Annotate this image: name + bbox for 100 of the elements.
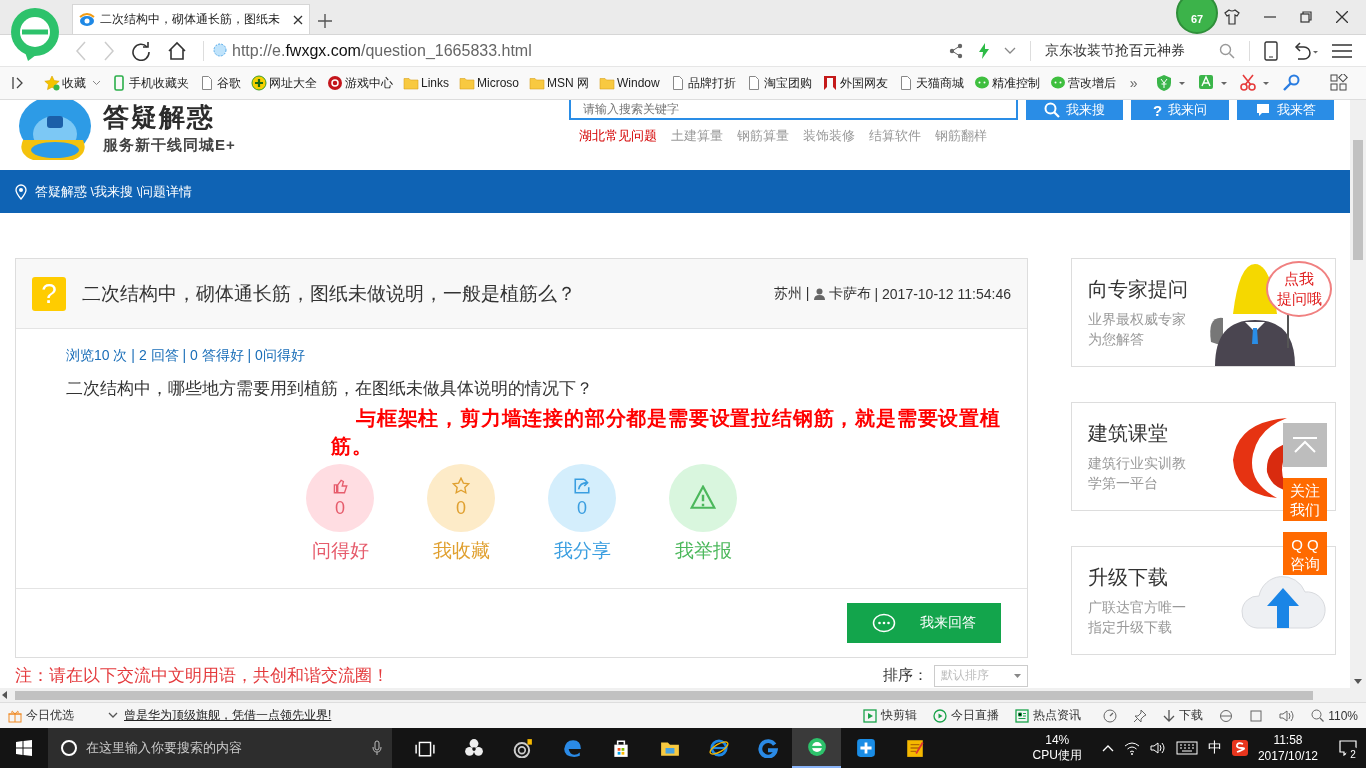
scrollbar-thumb[interactable]	[1353, 140, 1363, 260]
promo-text: 为您解答	[1088, 330, 1145, 349]
action-count: 0	[335, 498, 345, 519]
speedometer-icon[interactable]	[1103, 708, 1118, 723]
breadcrumb[interactable]: 答疑解惑 \我来搜 \问题详情	[35, 182, 193, 201]
horizontal-scrollbar[interactable]	[0, 688, 1366, 702]
promo-title: 建筑课堂	[1088, 421, 1169, 446]
zoom-level[interactable]: 110%	[1311, 708, 1358, 723]
page-icon	[199, 75, 215, 91]
bookmark-item[interactable]: 游戏中心	[327, 74, 393, 92]
reload-icon[interactable]	[131, 40, 151, 61]
question-author[interactable]: 卡萨布	[828, 284, 871, 303]
clock-date[interactable]: 2017/10/12	[1257, 748, 1318, 764]
vertical-scrollbar[interactable]	[1350, 100, 1366, 688]
apps-icon[interactable]	[1330, 74, 1348, 92]
volume-icon[interactable]	[1149, 741, 1166, 755]
status-link[interactable]: 快剪辑	[863, 707, 918, 724]
new-tab-icon[interactable]	[318, 14, 332, 28]
star-icon	[44, 75, 60, 91]
phone-icon	[111, 75, 127, 91]
status-link[interactable]: 今日直播	[933, 707, 1000, 724]
bookmark-item[interactable]: 谷歌	[199, 74, 241, 92]
question-stats: 浏览10 次 | 2 回答 | 0 答得好 | 0问得好	[66, 347, 306, 365]
share-icon	[573, 477, 591, 495]
menu-icon[interactable]	[1332, 42, 1352, 59]
chevron-down-icon[interactable]	[108, 712, 118, 719]
sidebar-toggle-icon[interactable]	[12, 76, 24, 90]
cortana-icon	[60, 739, 78, 757]
bookmark-item[interactable]: Links	[403, 75, 449, 91]
search-icon	[1044, 102, 1061, 118]
action-count: 0	[456, 498, 466, 519]
bookmark-item[interactable]: 天猫商城	[897, 74, 964, 92]
search-icon[interactable]	[1219, 42, 1235, 59]
more-bookmarks[interactable]: »	[1129, 75, 1138, 91]
scrollbar-thumb[interactable]	[15, 690, 1313, 700]
status-link[interactable]: 热点资讯	[1015, 707, 1082, 724]
bookmark-item[interactable]: 外国网友	[821, 74, 888, 92]
notification-button[interactable]: 2	[1330, 728, 1366, 768]
bookmark-item[interactable]: 手机收藏夹	[111, 74, 189, 92]
undo-icon[interactable]	[1292, 41, 1318, 60]
swirl-bell-icon	[512, 738, 533, 758]
caret-icon	[1014, 673, 1021, 678]
plus-circle-icon	[251, 75, 267, 91]
promo-text: 建筑行业实训教	[1088, 454, 1186, 473]
pin-icon[interactable]	[1133, 708, 1148, 723]
clock-time[interactable]: 11:58	[1273, 732, 1303, 748]
chat-bubble-icon	[872, 613, 896, 633]
key-icon[interactable]	[1282, 74, 1300, 92]
download-link[interactable]: 下载	[1163, 707, 1204, 724]
bookmark-item[interactable]: MSN 网	[529, 74, 590, 92]
swirl-g-icon	[757, 738, 778, 758]
close-icon[interactable]	[1336, 10, 1348, 23]
restore-icon[interactable]	[1300, 10, 1312, 23]
tablet-icon[interactable]	[1264, 40, 1278, 61]
promo-card[interactable]: 向专家提问 业界最权威专家 为您解答 点我 提问哦	[1071, 258, 1336, 367]
taskbar-search-field[interactable]: 在这里输入你要搜索的内容	[48, 728, 392, 768]
scissors-icon[interactable]	[1240, 74, 1270, 92]
bookmark-item[interactable]: 营改增后	[1049, 74, 1116, 92]
bookmark-item[interactable]: Microso	[459, 75, 520, 91]
promo-text: 学第一平台	[1088, 474, 1159, 493]
chat-icon	[1254, 102, 1271, 118]
scroll-left-icon[interactable]	[2, 691, 7, 699]
sogou-icon[interactable]	[1231, 740, 1248, 756]
search-suggestion[interactable]: 京东妆装节抢百元神券	[1045, 41, 1205, 60]
notice-text: 注：请在以下交流中文明用语，共创和谐交流圈！	[15, 665, 389, 687]
search-field[interactable]: 请输入搜索关键字	[569, 100, 1019, 120]
bookmark-item[interactable]: 品牌打折	[669, 74, 736, 92]
taskbar-app[interactable]	[792, 728, 841, 768]
bookmark-item[interactable]: Window	[599, 75, 660, 91]
scroll-down-icon[interactable]	[1354, 679, 1362, 684]
bookmark-item[interactable]: 精准控制	[973, 74, 1040, 92]
bookmark-item[interactable]: 网址大全	[251, 74, 317, 92]
keyboard-icon[interactable]	[1175, 741, 1198, 755]
browser-tab[interactable]: 二次结构中，砌体通长筋，图纸未	[72, 4, 310, 34]
bookmark-item[interactable]: 收藏	[44, 74, 101, 92]
close-icon[interactable]	[293, 14, 303, 25]
category-link[interactable]: 湖北常见问题	[579, 127, 657, 145]
share-icon[interactable]	[948, 42, 964, 59]
shirt-icon[interactable]	[1224, 8, 1240, 25]
fan-icon	[463, 738, 484, 758]
play-circle-icon	[933, 708, 948, 723]
home-icon[interactable]	[167, 40, 187, 61]
question-body: 二次结构中，哪些地方需要用到植筋，在图纸未做具体说明的情况下？	[66, 378, 594, 400]
daily-picks-link[interactable]: 今日优选	[8, 707, 74, 724]
input-method[interactable]: 中	[1207, 739, 1222, 757]
speaker-icon[interactable]	[1279, 708, 1296, 723]
thumb-up-icon	[331, 477, 349, 495]
chevron-down-icon[interactable]	[1004, 46, 1016, 55]
chevron-up-icon[interactable]	[1101, 744, 1114, 752]
news-link[interactable]: 曾是华为顶级旗舰，凭借一点领先业界!	[124, 707, 332, 724]
cpu-usage: 14%	[1045, 733, 1070, 748]
sort-label: 排序：	[883, 666, 928, 685]
bookmark-item[interactable]: 淘宝团购	[745, 74, 812, 92]
bookmark-icon	[821, 75, 838, 91]
speech-bubble[interactable]: 点我 提问哦	[1266, 261, 1332, 317]
wifi-icon[interactable]	[1123, 741, 1140, 755]
site-slogan: 服务新干线同城E+	[103, 136, 236, 155]
chat-bubble-icon	[973, 75, 990, 91]
chevron-up-icon	[1292, 437, 1318, 453]
url-field[interactable]: http://e.fwxgx.com/question_1665833.html	[212, 41, 532, 60]
